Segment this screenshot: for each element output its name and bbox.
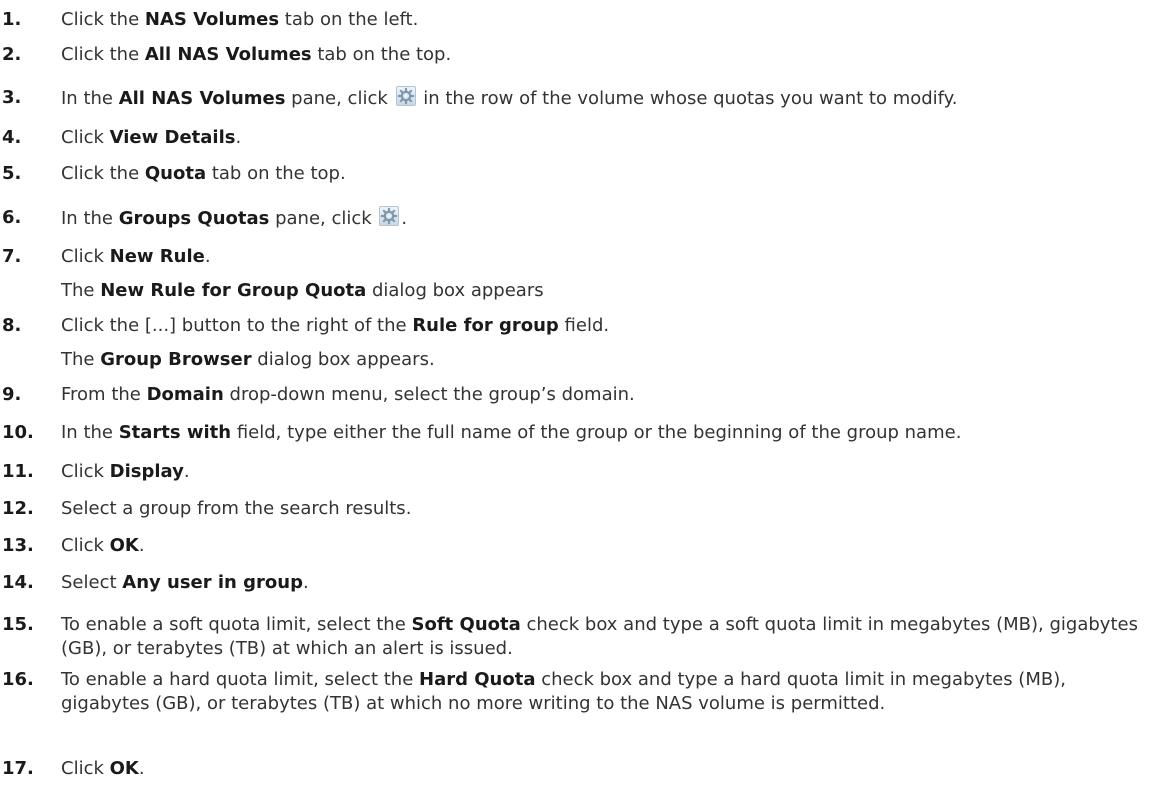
- step-number: 13.: [2, 535, 34, 556]
- step-number: 3.: [2, 87, 22, 108]
- step-number: 10.: [2, 422, 34, 443]
- step-text: .: [401, 208, 408, 229]
- step-text: Click: [61, 127, 110, 148]
- step-text: .: [302, 572, 309, 593]
- ui-term: Rule for group: [412, 315, 559, 336]
- step-number: 16.: [2, 669, 34, 690]
- ui-term: Group Browser: [100, 349, 252, 370]
- step-text: In the: [61, 422, 119, 443]
- step-body: To enable a soft quota limit, select the…: [61, 613, 1141, 661]
- step-number: 5.: [2, 163, 22, 184]
- ui-term: Any user in group: [122, 572, 303, 593]
- step-body: In the All NAS Volumes pane, click in th…: [61, 86, 1141, 111]
- step-text: pane, click: [285, 88, 394, 109]
- step-text: From the: [61, 384, 147, 405]
- step-result-note: The Group Browser dialog box appears.: [61, 348, 435, 372]
- step-body: Click the All NAS Volumes tab on the top…: [61, 43, 1141, 67]
- step-text: dialog box appears: [366, 280, 544, 301]
- step-number: 12.: [2, 498, 34, 519]
- step-number: 8.: [2, 315, 22, 336]
- step-text: .: [138, 535, 145, 556]
- step-body: Click New Rule.: [61, 245, 1141, 269]
- step-body: Select Any user in group.: [61, 571, 1141, 595]
- step-number: 1.: [2, 9, 22, 30]
- step-body: In the Groups Quotas pane, click .: [61, 206, 1141, 231]
- ui-term: Quota: [144, 163, 207, 184]
- ui-term: OK: [109, 535, 139, 556]
- step-text: To enable a soft quota limit, select the: [61, 614, 412, 635]
- step-text: dialog box appears.: [251, 349, 435, 370]
- ui-term: New Rule: [109, 246, 205, 267]
- step-text: tab on the top.: [206, 163, 346, 184]
- ui-term: Domain: [146, 384, 224, 405]
- gear-icon: [379, 206, 400, 226]
- step-number: 4.: [2, 127, 22, 148]
- step-body: Click Display.: [61, 460, 1141, 484]
- step-text: To enable a hard quota limit, select the: [61, 669, 419, 690]
- step-number: 15.: [2, 614, 34, 635]
- step-number: 14.: [2, 572, 34, 593]
- ui-term: New Rule for Group Quota: [100, 280, 367, 301]
- step-text: Click: [61, 535, 110, 556]
- step-text: In the: [61, 88, 119, 109]
- step-body: Click the NAS Volumes tab on the left.: [61, 8, 1141, 32]
- ui-term: Groups Quotas: [118, 208, 270, 229]
- step-text: Select: [61, 572, 123, 593]
- step-body: Click the [...] button to the right of t…: [61, 314, 1141, 338]
- step-text: drop-down menu, select the group’s domai…: [223, 384, 635, 405]
- step-text: tab on the top.: [311, 44, 452, 65]
- step-text: Click: [61, 758, 110, 779]
- step-text: Click: [61, 246, 110, 267]
- ui-term: All NAS Volumes: [144, 44, 312, 65]
- ui-term: Hard Quota: [419, 669, 536, 690]
- step-number: 6.: [2, 207, 22, 228]
- step-text: Click the [...] button to the right of t…: [61, 315, 413, 336]
- ui-term: OK: [109, 758, 139, 779]
- gear-icon: [395, 86, 416, 106]
- step-text: In the: [61, 208, 119, 229]
- step-number: 9.: [2, 384, 22, 405]
- step-body: Click OK.: [61, 757, 1141, 781]
- step-number: 7.: [2, 246, 22, 267]
- step-body: To enable a hard quota limit, select the…: [61, 668, 1141, 716]
- step-text: tab on the left.: [279, 9, 419, 30]
- ui-term: Soft Quota: [411, 614, 521, 635]
- step-text: .: [138, 758, 145, 779]
- ui-term: Display: [109, 461, 184, 482]
- step-text: The: [61, 280, 101, 301]
- step-body: Click View Details.: [61, 126, 1141, 150]
- step-text: field.: [558, 315, 610, 336]
- step-text: .: [235, 127, 242, 148]
- step-text: Click the: [61, 9, 145, 30]
- step-text: Click the: [61, 44, 145, 65]
- step-text: in the row of the volume whose quotas yo…: [417, 88, 958, 109]
- step-text: The: [61, 349, 101, 370]
- step-result-note: The New Rule for Group Quota dialog box …: [61, 279, 544, 303]
- ui-term: All NAS Volumes: [118, 88, 286, 109]
- step-number: 2.: [2, 44, 22, 65]
- step-number: 11.: [2, 461, 34, 482]
- step-body: From the Domain drop-down menu, select t…: [61, 383, 1141, 407]
- step-body: Select a group from the search results.: [61, 497, 1141, 521]
- step-text: field, type either the full name of the …: [231, 422, 962, 443]
- ui-term: NAS Volumes: [144, 9, 280, 30]
- step-text: pane, click: [269, 208, 378, 229]
- ui-term: Starts with: [118, 422, 232, 443]
- step-number: 17.: [2, 758, 34, 779]
- step-body: Click OK.: [61, 534, 1141, 558]
- step-body: In the Starts with field, type either th…: [61, 421, 1141, 445]
- step-text: .: [204, 246, 211, 267]
- step-text: .: [183, 461, 190, 482]
- step-body: Click the Quota tab on the top.: [61, 162, 1141, 186]
- ui-term: View Details: [109, 127, 236, 148]
- step-text: Click the: [61, 163, 145, 184]
- step-text: Click: [61, 461, 110, 482]
- step-text: Select a group from the search results.: [61, 498, 412, 519]
